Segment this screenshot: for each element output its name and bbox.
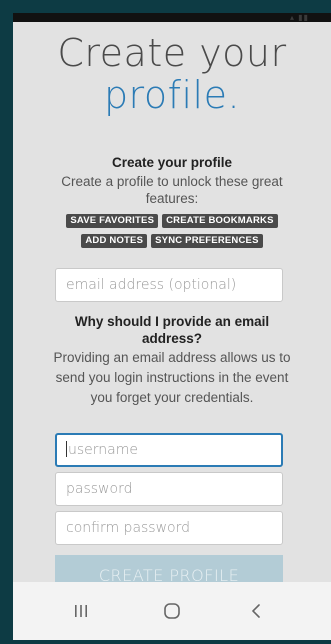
username-placeholder: username [68,442,138,458]
text-caret [66,441,67,457]
feature-tags-row2: ADD NOTES SYNC PREFERENCES [13,234,331,248]
page-title-line1: Create your [57,31,287,75]
email-info-description: Providing an email address allows us to … [53,350,291,405]
email-placeholder: email address (optional) [66,277,237,293]
email-info-section: Why should I provide an email address? P… [13,313,331,408]
intro-section: Create your profile Create a profile to … [13,154,331,207]
feature-tag: SYNC PREFERENCES [151,234,263,248]
create-profile-screen: Create your profile. Create your profile… [13,22,331,640]
feature-tag: CREATE BOOKMARKS [162,214,278,228]
intro-title: Create your profile [111,155,233,170]
home-button[interactable] [142,582,202,640]
page-title: Create your profile. [13,32,331,116]
status-bar: ▴ ▮▮ [13,13,331,22]
status-icons: ▴ ▮▮ [289,13,309,22]
feature-tag: SAVE FAVORITES [66,214,159,228]
recents-button[interactable] [51,582,111,640]
feature-tag: ADD NOTES [81,234,148,248]
back-icon [252,604,260,618]
confirm-password-field[interactable]: confirm password [55,511,283,545]
email-field[interactable]: email address (optional) [55,268,283,302]
page-title-line2: profile. [103,73,241,117]
intro-description: Create a profile to unlock these great f… [61,174,283,206]
home-icon [164,603,180,619]
password-field[interactable]: password [55,472,283,506]
email-info-title: Why should I provide an email address? [74,314,270,346]
password-placeholder: password [66,481,133,497]
confirm-password-placeholder: confirm password [66,520,191,536]
android-nav-bar [13,582,331,640]
back-button[interactable] [226,582,286,640]
device-frame: ▴ ▮▮ Create your profile. Create your pr… [0,0,331,644]
feature-tags-row1: SAVE FAVORITES CREATE BOOKMARKS [13,214,331,228]
recents-icon [75,605,87,617]
username-field[interactable]: username [55,433,283,467]
